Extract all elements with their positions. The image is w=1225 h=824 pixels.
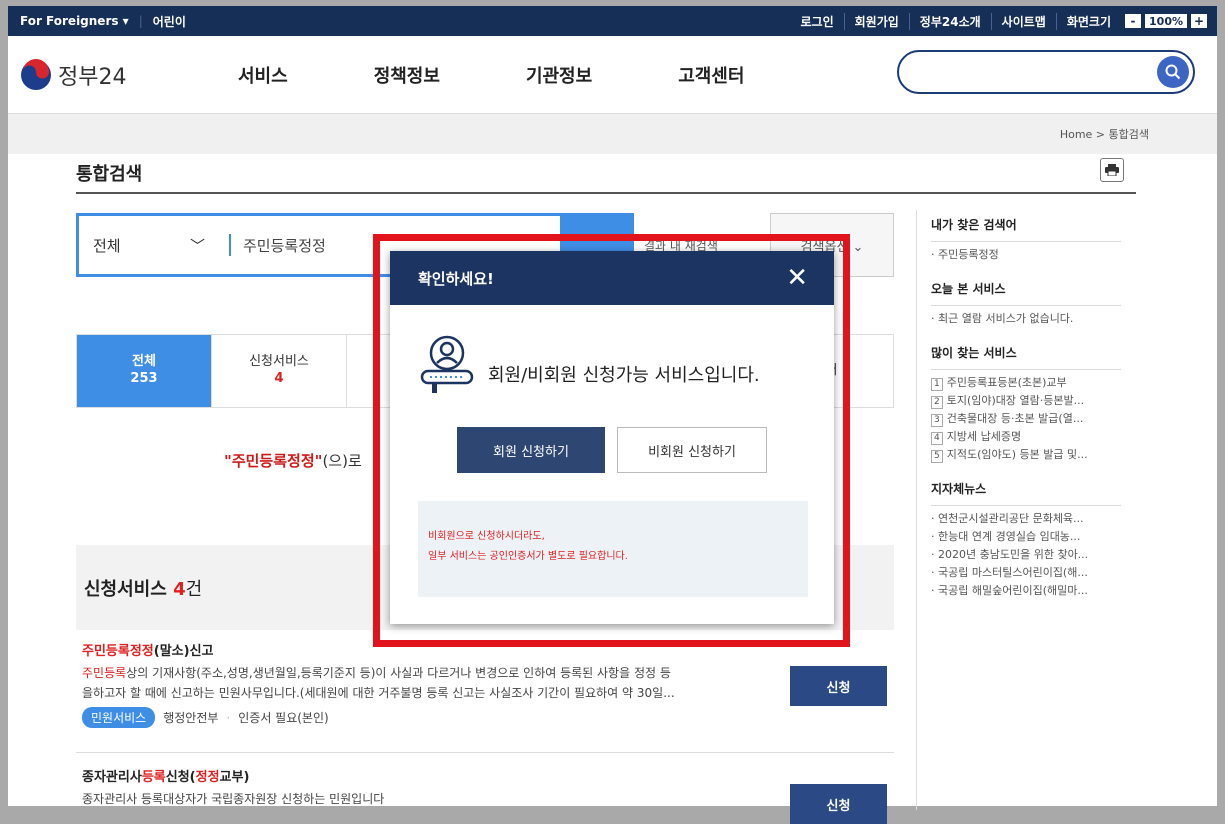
search-input[interactable]: 주민등록정정 [229, 234, 326, 256]
list-item: 종자관리사등록신청(정정교부) 종자관리사 등록대상자가 국립종자원장 신청하는… [82, 766, 782, 809]
utility-bar: For Foreigners ▾ | 어린이 로그인 회원가입 정부24소개 사… [8, 6, 1217, 36]
popular-item[interactable]: 3 건축물대장 등·초본 발급(열... [931, 410, 1156, 428]
item-title[interactable]: 종자관리사등록신청(정정교부) [82, 766, 782, 785]
logo-text: 정부24 [58, 64, 127, 90]
viewed-heading: 오늘 본 서비스 [931, 274, 1121, 306]
news-item[interactable]: · 연천군시설관리공단 문화체육... [931, 510, 1156, 528]
member-apply-button[interactable]: 회원 신청하기 [457, 427, 605, 473]
nonmember-apply-button[interactable]: 비회원 신청하기 [617, 427, 767, 473]
list-divider [76, 752, 894, 753]
recent-search-heading: 내가 찾은 검색어 [931, 210, 1121, 242]
print-button[interactable] [1100, 158, 1124, 182]
search-icon [1165, 64, 1181, 80]
nav-policy[interactable]: 정책정보 [374, 62, 440, 88]
login-link[interactable]: 로그인 [791, 13, 844, 30]
signup-link[interactable]: 회원가입 [843, 12, 909, 30]
dialog-message-row: 회원/비회원 신청가능 서비스입니다. [420, 333, 834, 397]
main-content: 통합검색 [76, 148, 916, 198]
taegeuk-logo-icon [21, 58, 51, 90]
popular-heading: 많이 찾는 서비스 [931, 338, 1121, 370]
list-item: 주민등록정정(말소)신고 주민등록상의 기재사항(주소,성명,생년월일,등록기준… [82, 640, 782, 728]
sitemap-link[interactable]: 사이트맵 [990, 12, 1056, 30]
right-sidebar: 내가 찾은 검색어 · 주민등록정정 오늘 본 서비스 · 최근 열람 서비스가… [916, 210, 1156, 810]
about-link[interactable]: 정부24소개 [908, 12, 991, 30]
item-tags: 민원서비스 행정안전부 · 인증서 필요(본인) [82, 707, 782, 728]
news-item[interactable]: · 국공립 해밀숲어린이집(해밀마... [931, 582, 1156, 600]
close-icon[interactable]: ✕ [786, 263, 808, 293]
news-item[interactable]: · 한능대 연계 경영실습 임대농... [931, 528, 1156, 546]
kids-link[interactable]: 어린이 [153, 13, 186, 30]
popular-item[interactable]: 1 주민등록표등본(초본)교부 [931, 374, 1156, 392]
tab-apply-service[interactable]: 신청서비스 4 [212, 335, 347, 407]
apply-button[interactable]: 신청 [790, 784, 887, 824]
item-description: 종자관리사 등록대상자가 국립종자원장 신청하는 민원입니다 [82, 792, 385, 806]
dialog-header: 확인하세요! ✕ [390, 251, 834, 305]
print-icon [1105, 164, 1119, 176]
result-message: "주민등록정정"(으)로 [224, 452, 362, 470]
category-badge: 민원서비스 [82, 707, 156, 728]
dialog-title: 확인하세요! [418, 269, 494, 288]
zoom-out-button[interactable]: - [1125, 14, 1142, 28]
popular-item[interactable]: 4 지방세 납세증명 [931, 428, 1156, 446]
chevron-down-icon: ﹀ [189, 236, 205, 255]
org-label: 행정안전부 [163, 711, 219, 725]
tab-all[interactable]: 전체 253 [77, 335, 212, 407]
section-title: 신청서비스 4건 [84, 579, 203, 600]
nav-agency[interactable]: 기관정보 [526, 62, 592, 88]
main-nav: 서비스 정책정보 기관정보 고객센터 [238, 62, 744, 88]
dialog-message: 회원/비회원 신청가능 서비스입니다. [488, 365, 760, 386]
popular-item[interactable]: 5 지적도(임야도) 등본 발급 및... [931, 446, 1156, 464]
nav-service[interactable]: 서비스 [238, 62, 288, 88]
viewed-empty: · 최근 열람 서비스가 없습니다. [931, 312, 1074, 325]
header-search-input[interactable] [897, 50, 1195, 94]
screen-size-label: 화면크기 [1055, 12, 1121, 30]
dialog-buttons: 회원 신청하기 비회원 신청하기 [390, 427, 834, 473]
site-logo[interactable]: 정부24 [20, 58, 210, 91]
news-item[interactable]: · 국공립 마스터틸스어린이집(해... [931, 564, 1156, 582]
news-item[interactable]: · 2020년 충남도민을 위한 찾아... [931, 546, 1156, 564]
apply-button[interactable]: 신청 [790, 666, 887, 706]
recent-search-item[interactable]: · 주민등록정정 [931, 246, 1156, 264]
for-foreigners-link[interactable]: For Foreigners ▾ [20, 14, 129, 28]
header-search-button[interactable] [1157, 56, 1189, 88]
zoom-in-button[interactable]: + [1191, 14, 1207, 28]
confirm-dialog: 확인하세요! ✕ 회원/비회원 신청가능 서비스입니다. 회원 신청하기 비회원… [390, 251, 834, 624]
popular-item[interactable]: 2 토지(임야)대장 열람·등본발... [931, 392, 1156, 410]
item-description: 주민등록상의 기재사항(주소,성명,생년월일,등록기준지 등)이 사실과 다르거… [82, 666, 675, 700]
dialog-notice: 비회원으로 신청하시더라도, 일부 서비스는 공인인증서가 별도로 필요합니다. [418, 501, 808, 597]
cert-label: 인증서 필요(본인) [238, 711, 329, 725]
zoom-level: 100% [1145, 14, 1187, 28]
user-card-icon [420, 335, 474, 393]
nav-customer[interactable]: 고객센터 [678, 62, 744, 88]
header: 정부24 서비스 정책정보 기관정보 고객센터 [8, 36, 1217, 114]
search-scope-select[interactable]: 전체 ﹀ [79, 235, 229, 256]
title-divider [76, 192, 1136, 194]
news-heading: 지자체뉴스 [931, 474, 1121, 506]
page-title: 통합검색 [76, 164, 143, 185]
